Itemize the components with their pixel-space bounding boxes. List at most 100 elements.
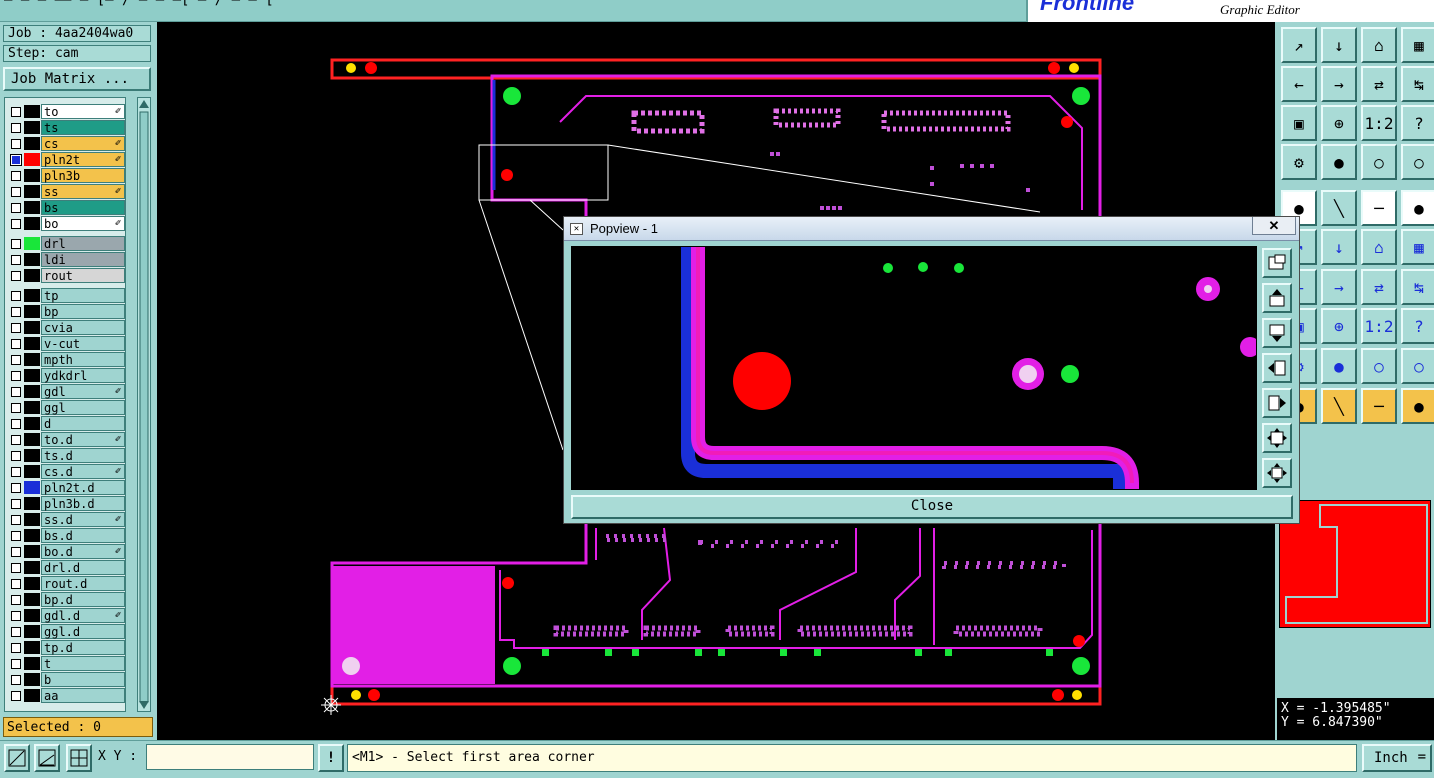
toolbar-button[interactable]: ↓ xyxy=(1321,27,1357,63)
zoom-area-button[interactable] xyxy=(4,744,30,772)
layer-checkbox[interactable] xyxy=(11,371,21,381)
layer-row[interactable]: d xyxy=(5,416,125,431)
layer-checkbox[interactable] xyxy=(11,595,21,605)
layer-name[interactable]: pln3b.d xyxy=(41,496,125,511)
layer-checkbox[interactable] xyxy=(11,499,21,509)
toolbar-button[interactable]: ↓ xyxy=(1321,229,1357,265)
layer-checkbox[interactable] xyxy=(11,627,21,637)
toolbar-button[interactable]: ↹ xyxy=(1401,269,1434,305)
toolbar-button[interactable]: → xyxy=(1321,66,1357,102)
toolbar-button[interactable]: ? xyxy=(1401,308,1434,344)
toolbar-button[interactable]: ▣ xyxy=(1281,105,1317,141)
toolbar-button[interactable]: ⚙ xyxy=(1281,144,1317,180)
layer-checkbox[interactable] xyxy=(11,659,21,669)
layer-row[interactable]: drl xyxy=(5,236,125,251)
layer-row[interactable]: ss.d ✐ xyxy=(5,512,125,527)
layer-checkbox[interactable] xyxy=(11,675,21,685)
layer-name[interactable]: b xyxy=(41,672,125,687)
layer-name[interactable]: gdl.d ✐ xyxy=(41,608,125,623)
layer-row[interactable]: drl.d xyxy=(5,560,125,575)
layer-row[interactable]: pln2t ✐ xyxy=(5,152,125,167)
layer-checkbox[interactable] xyxy=(11,435,21,445)
layer-name[interactable]: bo ✐ xyxy=(41,216,125,231)
layer-checkbox[interactable] xyxy=(11,403,21,413)
layer-name[interactable]: t xyxy=(41,656,125,671)
toolbar-button[interactable]: ↗ xyxy=(1281,27,1317,63)
layer-row[interactable]: bs xyxy=(5,200,125,215)
toolbar-button[interactable]: 1:2 xyxy=(1361,105,1397,141)
layer-row[interactable]: bp xyxy=(5,304,125,319)
layer-row[interactable]: bp.d xyxy=(5,592,125,607)
layer-row[interactable]: pln3b.d xyxy=(5,496,125,511)
layer-name[interactable]: ldi xyxy=(41,252,125,267)
layer-checkbox[interactable] xyxy=(11,611,21,621)
layer-checkbox[interactable] xyxy=(11,387,21,397)
toolbar-button[interactable]: ⇄ xyxy=(1361,269,1397,305)
layer-row[interactable]: t xyxy=(5,656,125,671)
layer-row[interactable]: rout xyxy=(5,268,125,283)
layer-name[interactable]: to ✐ xyxy=(41,104,125,119)
layer-name[interactable]: ggl.d xyxy=(41,624,125,639)
layer-checkbox[interactable] xyxy=(11,563,21,573)
layer-name[interactable]: aa xyxy=(41,688,125,703)
layer-name[interactable]: ydkdrl xyxy=(41,368,125,383)
layer-row[interactable]: ggl xyxy=(5,400,125,415)
layer-checkbox[interactable] xyxy=(11,339,21,349)
layer-name[interactable]: drl.d xyxy=(41,560,125,575)
toolbar-button[interactable]: ○ xyxy=(1401,144,1434,180)
layer-name[interactable]: bp.d xyxy=(41,592,125,607)
layer-name[interactable]: bs xyxy=(41,200,125,215)
top-menu[interactable]: — — — —— — [— / — — —[ — / — — [ xyxy=(4,0,274,8)
layer-row[interactable]: bo ✐ xyxy=(5,216,125,231)
layer-list[interactable]: to ✐ ts cs ✐ pln2t ✐ pln3b ss ✐ bs bo ✐ drl ldi rout tp b… xyxy=(4,97,126,712)
toolbar-button[interactable]: ← xyxy=(1281,66,1317,102)
xy-input[interactable] xyxy=(146,744,314,770)
layer-checkbox[interactable] xyxy=(11,239,21,249)
layer-name[interactable]: pln2t.d xyxy=(41,480,125,495)
layer-row[interactable]: tp.d xyxy=(5,640,125,655)
popview-close-button[interactable]: Close xyxy=(571,495,1293,519)
layer-row[interactable]: ts xyxy=(5,120,125,135)
popview-window[interactable]: ✕ Popview - 1 ✕ Close xyxy=(563,216,1300,524)
layer-checkbox[interactable] xyxy=(11,307,21,317)
toolbar-button[interactable]: ⊕ xyxy=(1321,308,1357,344)
layer-name[interactable]: cs ✐ xyxy=(41,136,125,151)
toolbar-button[interactable]: ⇄ xyxy=(1361,66,1397,102)
layer-name[interactable]: v-cut xyxy=(41,336,125,351)
units-selector[interactable]: Inch = xyxy=(1362,744,1432,772)
alert-button[interactable]: ! xyxy=(318,744,344,772)
layer-checkbox[interactable] xyxy=(11,547,21,557)
toolbar-button[interactable]: ╲ xyxy=(1321,388,1357,424)
layer-checkbox[interactable] xyxy=(11,203,21,213)
layer-name[interactable]: bs.d xyxy=(41,528,125,543)
layer-checkbox[interactable] xyxy=(11,139,21,149)
layer-checkbox[interactable] xyxy=(11,515,21,525)
grid-button[interactable] xyxy=(66,744,92,772)
layer-name[interactable]: pln2t ✐ xyxy=(41,152,125,167)
layer-checkbox[interactable] xyxy=(11,419,21,429)
layer-row[interactable]: gdl.d ✐ xyxy=(5,608,125,623)
popview-titlebar[interactable] xyxy=(564,217,1299,241)
layer-row[interactable]: gdl ✐ xyxy=(5,384,125,399)
layer-row[interactable]: to.d ✐ xyxy=(5,432,125,447)
layer-name[interactable]: ts xyxy=(41,120,125,135)
toolbar-button[interactable]: ⌂ xyxy=(1361,27,1397,63)
pop-zoom-in-button[interactable] xyxy=(1262,248,1292,278)
layer-checkbox[interactable] xyxy=(11,355,21,365)
layer-checkbox[interactable] xyxy=(11,291,21,301)
toolbar-button[interactable]: ○ xyxy=(1401,348,1434,384)
layer-name[interactable]: ss ✐ xyxy=(41,184,125,199)
pop-pan-right-button[interactable] xyxy=(1262,388,1292,418)
toolbar-button[interactable]: ● xyxy=(1401,388,1434,424)
layer-name[interactable]: d xyxy=(41,416,125,431)
layer-name[interactable]: ggl xyxy=(41,400,125,415)
toolbar-button[interactable]: ● xyxy=(1321,144,1357,180)
layer-row[interactable]: to ✐ xyxy=(5,104,125,119)
layer-name[interactable]: bo.d ✐ xyxy=(41,544,125,559)
layer-name[interactable]: mpth xyxy=(41,352,125,367)
layer-name[interactable]: pln3b xyxy=(41,168,125,183)
layer-checkbox[interactable] xyxy=(11,107,21,117)
layer-name[interactable]: gdl ✐ xyxy=(41,384,125,399)
layer-name[interactable]: bp xyxy=(41,304,125,319)
popview-close-x-button[interactable]: ✕ xyxy=(1252,217,1296,235)
